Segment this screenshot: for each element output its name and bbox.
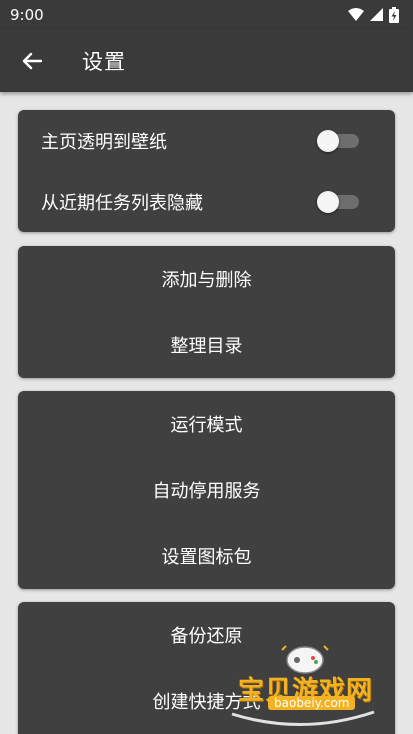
setting-transparent-wallpaper[interactable]: 主页透明到壁纸 (18, 110, 395, 171)
transparent-wallpaper-switch[interactable] (317, 129, 359, 153)
toggle-settings-card: 主页透明到壁纸 从近期任务列表隐藏 (18, 110, 395, 232)
battery-charging-icon (389, 6, 399, 23)
status-bar: 9:00 (0, 0, 413, 29)
auto-stop-service-button[interactable]: 自动停用服务 (18, 457, 395, 523)
setting-hide-from-recents[interactable]: 从近期任务列表隐藏 (18, 171, 395, 232)
run-mode-button[interactable]: 运行模式 (18, 391, 395, 457)
wifi-icon (348, 8, 364, 21)
icon-pack-button[interactable]: 设置图标包 (18, 523, 395, 589)
hide-from-recents-switch[interactable] (317, 190, 359, 214)
status-icons (348, 6, 399, 23)
status-time: 9:00 (10, 5, 44, 24)
watermark-logo: 宝贝游戏网 baobeiy.com (228, 636, 388, 734)
app-bar: 设置 (0, 29, 413, 92)
watermark-url: baobeiy.com (268, 696, 356, 710)
setting-label: 主页透明到壁纸 (41, 131, 167, 153)
service-card: 运行模式 自动停用服务 设置图标包 (18, 391, 395, 589)
page-title: 设置 (82, 49, 126, 74)
arrow-back-icon (22, 52, 42, 69)
cellular-signal-icon (370, 8, 383, 21)
back-button[interactable] (12, 41, 52, 81)
add-and-remove-button[interactable]: 添加与删除 (18, 246, 395, 312)
watermark-swoosh (231, 710, 375, 727)
organize-folders-button[interactable]: 整理目录 (18, 312, 395, 378)
setting-label: 从近期任务列表隐藏 (41, 192, 203, 214)
edit-card: 添加与删除 整理目录 (18, 246, 395, 378)
